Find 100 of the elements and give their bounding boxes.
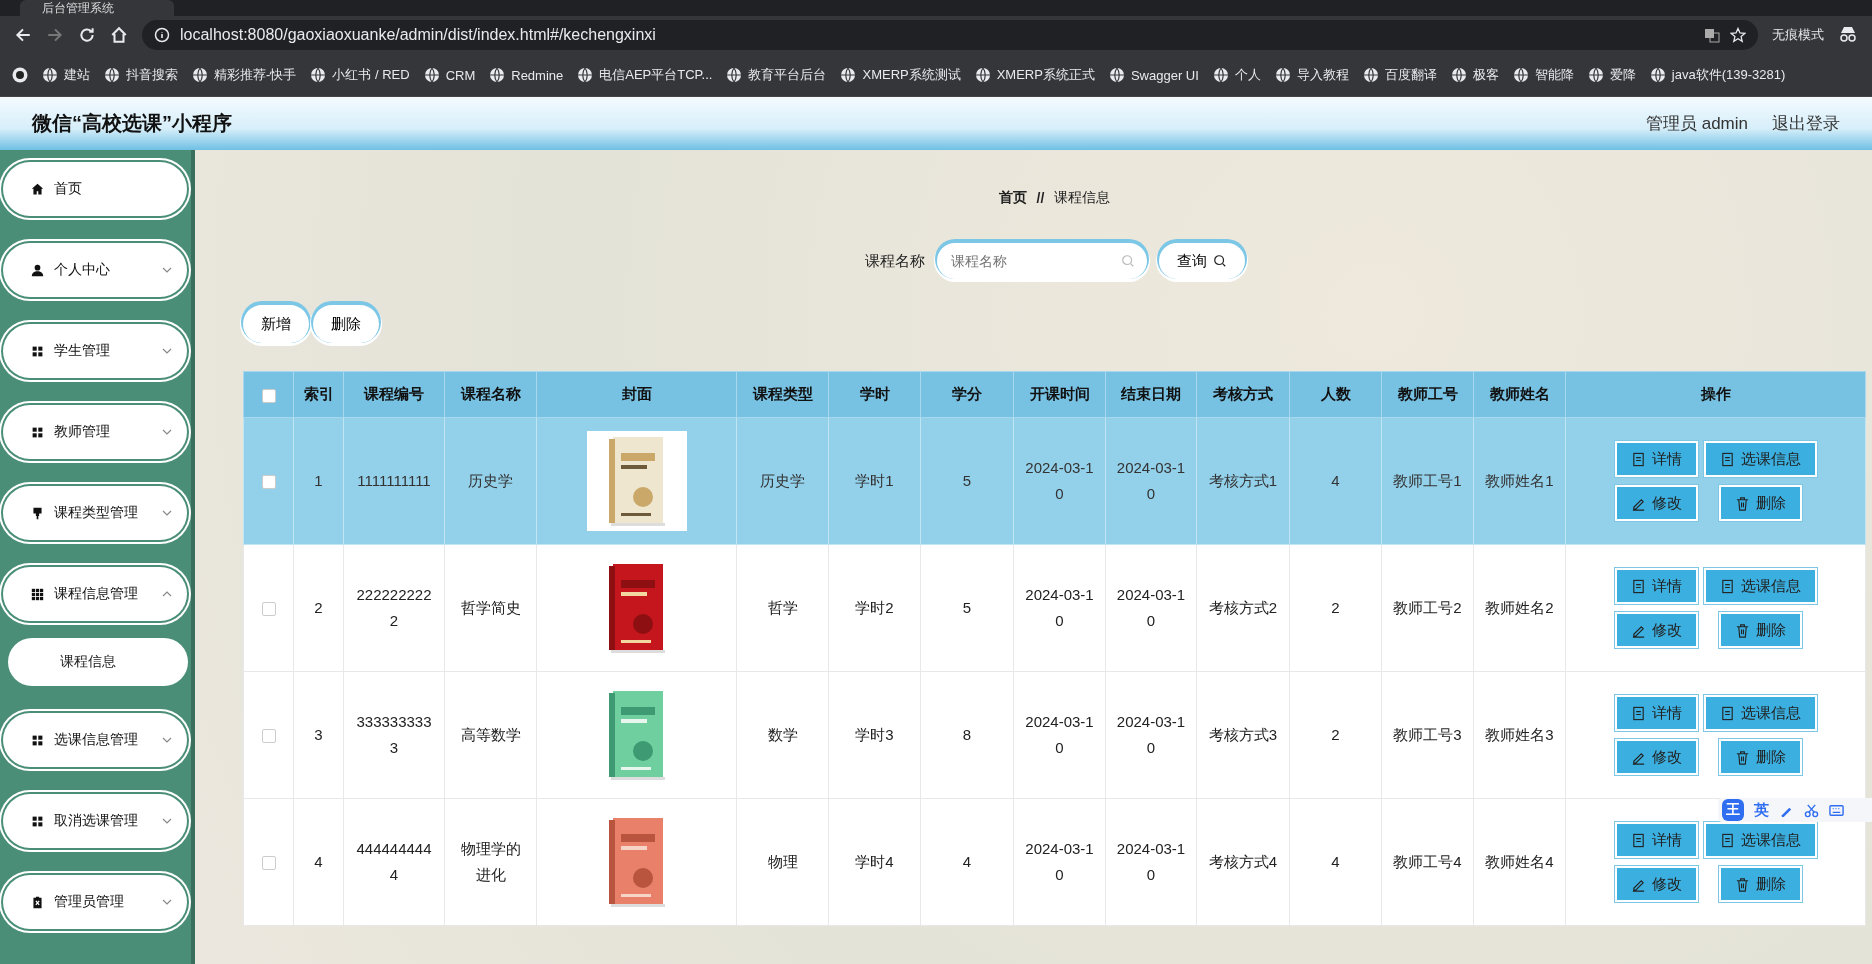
ime-language[interactable]: 英 <box>1754 800 1769 820</box>
table-cell: 4 <box>293 798 344 926</box>
globe-icon <box>1450 67 1467 83</box>
bookmark[interactable]: 建站 <box>42 66 90 84</box>
action-button[interactable]: 选课信息 <box>1705 570 1815 602</box>
action-button[interactable]: 修改 <box>1616 614 1696 646</box>
profile-label[interactable]: 无痕模式 <box>1772 26 1824 44</box>
table-cell: 5 <box>920 417 1014 545</box>
bookmark[interactable]: 爱降 <box>1587 66 1636 84</box>
table-cell: 教师姓名2 <box>1473 544 1566 672</box>
globe-icon <box>489 67 506 83</box>
document-icon <box>1630 451 1646 467</box>
globe-icon <box>1274 67 1291 83</box>
checkbox[interactable] <box>261 602 276 617</box>
url-text: localhost:8080/gaoxiaoxuanke/admin/dist/index.html#/kechengxinxi <box>180 26 657 44</box>
table-cell: 2024-03-10 <box>1013 544 1106 672</box>
scissors-icon[interactable] <box>1804 802 1819 818</box>
bookmark[interactable]: 教育平台后台 <box>726 66 827 84</box>
table-cell: 数学 <box>736 671 829 799</box>
bookmark[interactable]: CRM <box>423 67 476 83</box>
reload-icon[interactable] <box>78 26 96 44</box>
bookmark[interactable]: 抖音搜索 <box>104 66 178 84</box>
table-cell: 2024-03-10 <box>1013 671 1106 799</box>
bookmark[interactable]: XMERP系统正式 <box>974 66 1095 84</box>
breadcrumb-item[interactable]: 课程信息 <box>1054 189 1111 207</box>
table-cell: 教师姓名1 <box>1473 417 1566 545</box>
search-field[interactable]: 课程名称 <box>936 243 1147 279</box>
checkbox[interactable] <box>261 475 276 490</box>
checkbox[interactable] <box>261 729 276 744</box>
checkbox[interactable] <box>261 389 276 403</box>
action-button[interactable]: 修改 <box>1616 741 1696 773</box>
bookmark[interactable]: 百度翻译 <box>1362 66 1437 84</box>
bookmark[interactable]: Redmine <box>489 67 564 83</box>
action-button[interactable]: 选课信息 <box>1705 824 1815 856</box>
column-header: 操作 <box>1565 371 1866 418</box>
action-button[interactable]: 删除 <box>1720 487 1800 519</box>
table-cell: 历史学 <box>736 417 829 545</box>
address-bar[interactable]: localhost:8080/gaoxiaoxuanke/admin/dist/index.html#/kechengxinxi <box>142 20 1758 50</box>
table-cell: 学时3 <box>828 671 921 799</box>
table-cell: 考核方式3 <box>1196 671 1290 799</box>
bookmark[interactable]: 极客 <box>1450 66 1499 84</box>
info-icon[interactable] <box>154 27 170 43</box>
bookmark[interactable]: 智能降 <box>1512 66 1574 84</box>
column-header: 课程编号 <box>343 371 445 418</box>
action-button[interactable]: 删除 <box>1720 741 1800 773</box>
table-cell: 4 <box>1289 798 1382 926</box>
search-label: 课程名称 <box>864 251 925 271</box>
keyboard-icon[interactable] <box>1829 802 1844 818</box>
action-button[interactable]: 选课信息 <box>1705 697 1815 729</box>
search-icon <box>1212 254 1227 268</box>
bookmark[interactable]: 导入教程 <box>1274 66 1349 84</box>
action-button[interactable]: 选课信息 <box>1705 443 1815 475</box>
action-button[interactable]: 修改 <box>1616 487 1696 519</box>
table-cell: 3333333333 <box>343 671 445 799</box>
grid-icon <box>31 587 44 601</box>
bookmark[interactable]: 个人 <box>1212 66 1261 84</box>
forward-icon[interactable] <box>46 26 64 44</box>
bookmark[interactable]: 电信AEP平台TCP... <box>577 66 713 84</box>
action-button[interactable]: 详情 <box>1616 570 1696 602</box>
globe-icon <box>1587 67 1604 83</box>
ime-mode[interactable]: 王 <box>1722 799 1744 821</box>
globe-icon <box>423 67 440 83</box>
action-button[interactable]: 详情 <box>1616 697 1696 729</box>
table-cell: 4444444444 <box>343 798 445 926</box>
table-cell: 2222222222 <box>343 544 445 672</box>
bookmark[interactable]: XMERP系统测试 <box>840 66 961 84</box>
globe-icon <box>1512 67 1529 83</box>
table-cell: 5 <box>920 544 1014 672</box>
sidebar-subitem[interactable]: 课程信息 <box>8 638 188 686</box>
grid-icon <box>31 814 44 828</box>
browser-tab[interactable]: 后台管理系统 <box>20 0 174 16</box>
bookmark[interactable]: 精彩推荐-快手 <box>192 66 297 84</box>
globe-icon <box>1108 67 1125 83</box>
translate-icon[interactable] <box>1704 27 1720 43</box>
star-icon[interactable] <box>1730 27 1746 43</box>
incognito-icon[interactable] <box>1838 26 1858 44</box>
globe-icon <box>310 67 327 83</box>
grid-icon <box>31 733 44 747</box>
bookmark[interactable]: 小红书 / RED <box>310 66 410 84</box>
home-icon[interactable] <box>110 26 128 44</box>
table-cell: 1111111111 <box>343 417 445 545</box>
action-button[interactable]: 删除 <box>1720 614 1800 646</box>
back-icon[interactable] <box>14 26 32 44</box>
checkbox[interactable] <box>261 856 276 871</box>
document-icon <box>1630 705 1646 721</box>
action-button[interactable]: 详情 <box>1616 443 1696 475</box>
bookmark[interactable]: Swagger UI <box>1108 67 1199 83</box>
logout-link[interactable]: 退出登录 <box>1772 112 1840 135</box>
column-header: 教师姓名 <box>1473 371 1566 418</box>
column-header: 考核方式 <box>1196 371 1290 418</box>
table-cell: 高等数学 <box>444 671 537 799</box>
document-icon <box>1719 832 1735 848</box>
column-header: 课程类型 <box>736 371 829 418</box>
action-button[interactable]: 详情 <box>1616 824 1696 856</box>
breadcrumb-item[interactable]: 首页 <box>998 189 1027 207</box>
bookmark[interactable]: java软件(139-3281) <box>1649 66 1786 84</box>
action-button[interactable]: 删除 <box>1720 868 1800 900</box>
column-header: 索引 <box>293 371 344 418</box>
action-button[interactable]: 修改 <box>1616 868 1696 900</box>
column-header: 封面 <box>536 371 737 418</box>
